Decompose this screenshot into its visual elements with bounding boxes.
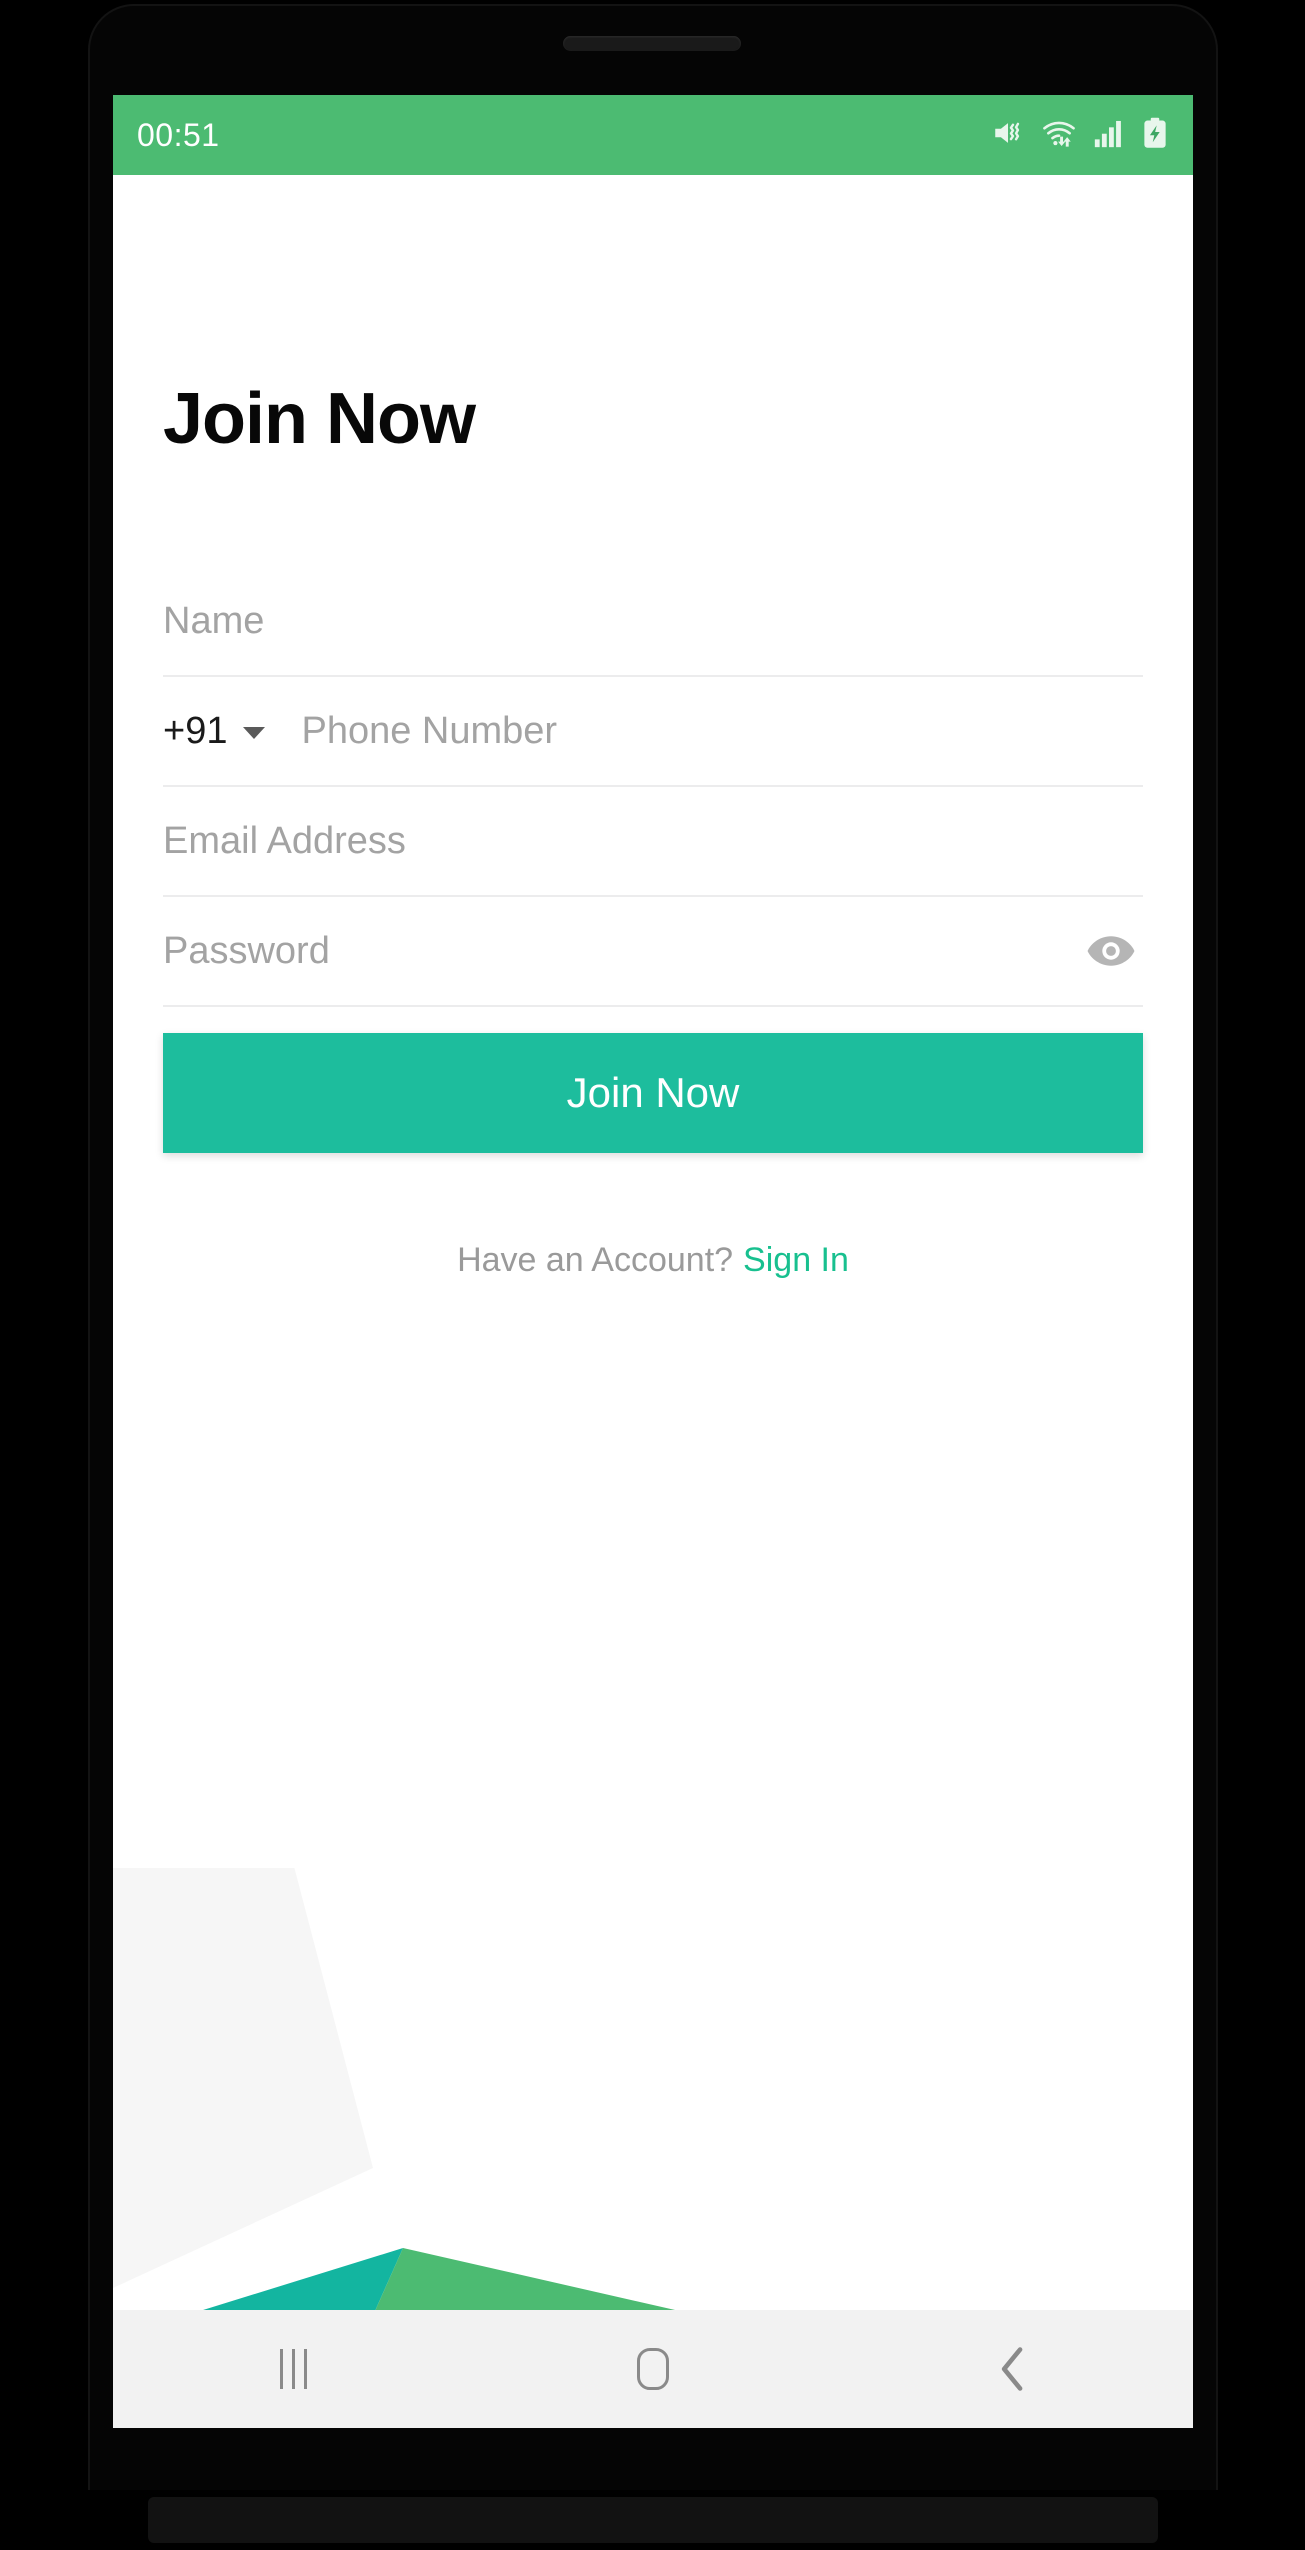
sign-in-link[interactable]: Sign In: [743, 1241, 849, 1279]
signup-screen: Join Now Name +91 Phone Number Email Add…: [113, 175, 1193, 2428]
password-field[interactable]: Password: [163, 897, 1143, 1007]
status-icons: [991, 116, 1169, 155]
recents-icon: [279, 2349, 307, 2389]
back-button[interactable]: [938, 2310, 1088, 2428]
mute-vibrate-icon: [991, 116, 1025, 155]
have-account-label: Have an Account?: [457, 1241, 734, 1279]
phone-field[interactable]: +91 Phone Number: [163, 677, 1143, 787]
page-title: Join Now: [163, 379, 476, 459]
android-nav-bar: [113, 2310, 1193, 2428]
join-now-button[interactable]: Join Now: [163, 1033, 1143, 1153]
name-field-placeholder: Name: [163, 599, 265, 642]
name-field[interactable]: Name: [163, 567, 1143, 677]
chevron-down-icon[interactable]: [243, 727, 266, 739]
signal-bars-icon: [1093, 116, 1125, 155]
email-field[interactable]: Email Address: [163, 787, 1143, 897]
email-field-placeholder: Email Address: [163, 819, 406, 862]
status-clock: 00:51: [137, 116, 220, 153]
home-button[interactable]: [578, 2310, 728, 2428]
battery-charging-icon: [1141, 116, 1169, 155]
back-chevron-icon: [1001, 2347, 1023, 2391]
eye-icon[interactable]: [1083, 929, 1139, 973]
bottom-speaker-grill: [148, 2497, 1158, 2543]
phone-field-placeholder: Phone Number: [301, 709, 558, 752]
recents-button[interactable]: [218, 2310, 368, 2428]
earpiece-speaker: [563, 36, 741, 51]
status-bar: 00:51: [113, 95, 1193, 175]
phone-screen: 00:51 Join Now Name +91 Phone Number Ema…: [113, 95, 1193, 2428]
password-field-placeholder: Password: [163, 929, 330, 972]
wifi-icon: [1041, 116, 1077, 155]
signup-form: Name +91 Phone Number Email Address Pass…: [163, 567, 1143, 1153]
device-frame: 00:51 Join Now Name +91 Phone Number Ema…: [0, 0, 1305, 2550]
home-icon: [637, 2348, 669, 2390]
country-code-selector[interactable]: +91: [163, 710, 227, 753]
have-account-row: Have an Account? Sign In: [163, 1241, 1143, 1280]
